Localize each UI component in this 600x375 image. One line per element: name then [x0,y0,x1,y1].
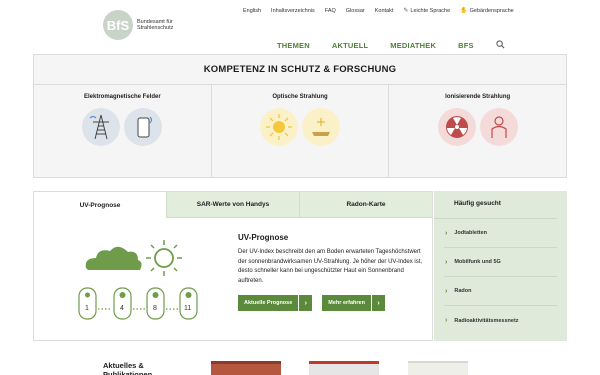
meta-link-gebaerdensprache[interactable]: ✋ Gebärdensprache [460,7,514,15]
chevron-right-icon: › [445,258,448,266]
uv-title: UV-Prognose [238,233,289,242]
haeufig-item-jodtabletten[interactable]: › Jodtabletten [444,219,557,248]
uv-index-1: 1 [85,305,89,312]
haeufig-gesucht-panel: Häufig gesucht › Jodtabletten › Mobilfun… [434,191,567,341]
meta-link-kontakt[interactable]: Kontakt [375,8,394,14]
meta-link-label: Gebärdensprache [469,7,514,14]
tab-bar: UV-Prognose SAR-Werte von Handys Radon-K… [34,192,432,218]
sun-icon [260,108,298,146]
chevron-right-icon: › [370,295,385,311]
chevron-right-icon: › [298,295,312,311]
haeufig-item-radon[interactable]: › Radon [444,277,557,306]
news-thumbnail-3[interactable] [408,361,468,375]
sign-language-icon: ✋ [460,8,468,14]
uv-index-8: 8 [153,305,157,312]
meta-link-label: Glossar [345,7,365,14]
aktuelle-prognose-button[interactable]: Aktuelle Prognose › [238,295,313,311]
button-label: Aktuelle Prognose [244,300,293,306]
uv-tab-panel: UV-Prognose SAR-Werte von Handys Radon-K… [33,191,433,341]
meta-link-faq[interactable]: FAQ [325,8,336,14]
chevron-right-icon: › [445,317,448,324]
logo-mark: BfS [103,10,133,40]
chevron-right-icon: › [445,229,448,237]
nav-bfs[interactable]: BFS [458,41,474,50]
haeufig-item-label: Radioaktivitätsmessnetz [454,317,519,324]
haeufig-item-label: Mobilfunk und 5G [454,259,501,265]
uv-index-illustration: 1 4 8 11 [74,234,204,324]
nav-themen[interactable]: THEMEN [277,41,310,50]
haeufig-item-mobilfunk[interactable]: › Mobilfunk und 5G [444,248,557,277]
nav-mediathek[interactable]: MEDIATHEK [390,41,436,50]
meta-link-inhaltsverzeichnis[interactable]: Inhaltsverzeichnis [271,8,315,14]
kompetenz-card-label: Optische Strahlung [272,94,328,100]
uv-index-11: 11 [184,305,192,312]
kompetenz-card-label: Elektromagnetische Felder [83,94,161,100]
bfs-logo[interactable]: BfS Bundesamt für Strahlenschutz [103,10,183,40]
tab-sar-werte[interactable]: SAR-Werte von Handys [167,192,300,218]
meta-link-label: FAQ [324,7,336,14]
haeufig-item-label: Jodtabletten [454,230,488,236]
uv-text-block: UV-Prognose Der UV-Index beschreibt den … [238,233,428,311]
mobile-phone-icon [124,108,163,146]
haeufig-gesucht-title: Häufig gesucht [434,191,557,219]
news-thumbnail-2[interactable] [309,361,379,375]
kompetenz-section: KOMPETENZ IN SCHUTZ & FORSCHUNG Elektrom… [33,54,567,178]
uv-index-4: 4 [120,305,124,312]
tab-radon-karte[interactable]: Radon-Karte [300,192,432,218]
sunbed-icon [302,108,340,146]
meta-link-label: Inhaltsverzeichnis [271,7,315,14]
haeufig-item-label: Radon [454,288,472,294]
search-icon[interactable] [496,40,505,51]
power-pylon-icon [82,108,121,146]
main-nav: THEMEN AKTUELL MEDIATHEK BFS [277,40,505,51]
button-label: Mehr erfahren [328,300,365,306]
kompetenz-card-label: Ionisierende Strahlung [445,94,511,100]
kompetenz-title: KOMPETENZ IN SCHUTZ & FORSCHUNG [34,55,566,85]
meta-nav: English Inhaltsverzeichnis FAQ Glossar K… [243,7,514,15]
meta-link-label: Kontakt [374,7,394,14]
nav-aktuell[interactable]: AKTUELL [332,41,368,50]
meta-link-leichte-sprache[interactable]: ✎ Leichte Sprache [403,7,451,15]
kompetenz-card-ionizing[interactable]: Ionisierende Strahlung [389,85,566,178]
kompetenz-card-optical[interactable]: Optische Strahlung [212,85,390,178]
uv-description: Der UV-Index beschreibt den am Boden erw… [238,249,423,284]
kompetenz-card-emf[interactable]: Elektromagnetische Felder [34,85,212,178]
logo-name: Bundesamt für Strahlenschutz [137,19,174,31]
aktuelles-heading: Aktuelles & Publikationen [103,361,153,375]
radiation-icon [437,108,476,146]
meta-link-label: English [243,7,262,14]
tab-uv-prognose[interactable]: UV-Prognose [34,192,167,218]
easy-language-icon: ✎ [403,8,409,14]
haeufig-item-radioaktivitaetsmessnetz[interactable]: › Radioaktivitätsmessnetz [444,306,557,335]
meta-link-english[interactable]: English [243,8,261,14]
meta-link-glossar[interactable]: Glossar [346,8,365,14]
chevron-right-icon: › [445,287,448,295]
mehr-erfahren-button[interactable]: Mehr erfahren › [322,295,385,311]
news-thumbnail-1[interactable] [211,361,281,375]
meta-link-label: Leichte Sprache [410,7,451,14]
patient-icon [479,108,518,146]
